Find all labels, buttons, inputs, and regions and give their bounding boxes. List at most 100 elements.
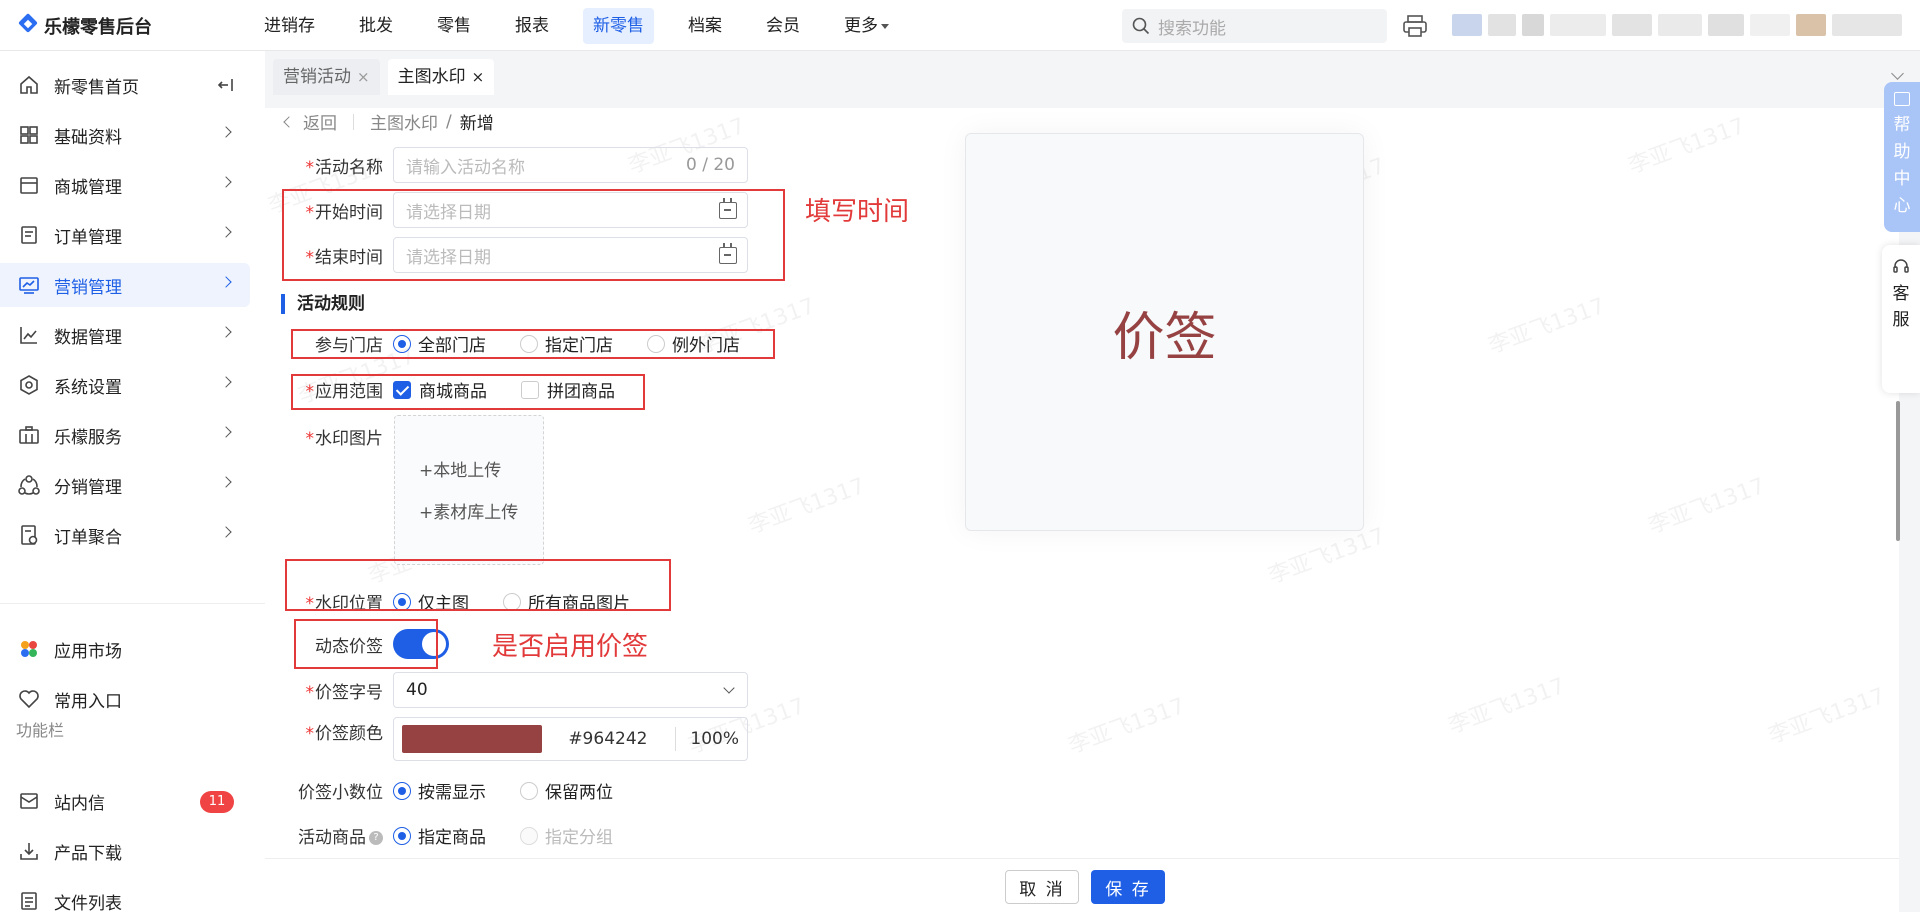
breadcrumb-parent[interactable]: 主图水印 [370, 109, 438, 134]
radio-show-as-needed[interactable]: 按需显示 [393, 778, 486, 803]
char-counter: 0 / 20 [686, 155, 735, 175]
nav-item-retail[interactable]: 零售 [427, 8, 481, 44]
grid-icon [18, 124, 40, 146]
app-market-icon [18, 638, 40, 660]
sidebar-item-file-list[interactable]: 文件列表 [0, 879, 250, 912]
chevron-right-icon [220, 376, 232, 388]
chevron-right-icon [220, 476, 232, 488]
caret-down-icon [881, 23, 889, 29]
app-title: 乐檬零售后台 [44, 17, 152, 38]
top-nav: 进销存 批发 零售 报表 新零售 档案 会员 更多 [254, 8, 923, 44]
help-icon[interactable]: ? [369, 831, 383, 845]
sidebar-item-distribution[interactable]: 分销管理 [0, 463, 250, 507]
sidebar-item-label: 订单管理 [54, 227, 122, 248]
sidebar-item-orders[interactable]: 订单管理 [0, 213, 250, 257]
sidebar-item-order-aggregation[interactable]: 订单聚合 [0, 513, 250, 557]
chart-line-icon [18, 324, 40, 346]
price-font-size-select[interactable]: 40 [393, 672, 748, 708]
watermark-text: 李亚飞1317 [745, 473, 869, 539]
tab-marketing-activity[interactable]: 营销活动 × [273, 59, 380, 95]
local-upload-button[interactable]: +本地上传 [419, 456, 501, 481]
watermark-text: 李亚飞1317 [1445, 673, 1569, 739]
scrollbar-thumb[interactable] [1896, 401, 1900, 541]
order-icon [18, 224, 40, 246]
annotation-fill-time: 填写时间 [805, 197, 910, 227]
annotation-box-scope [291, 374, 645, 410]
library-upload-button[interactable]: +素材库上传 [419, 498, 518, 523]
close-icon[interactable]: × [357, 59, 370, 95]
watermark-text: 李亚飞1317 [1625, 113, 1749, 179]
color-hex-value[interactable]: #964242 [568, 729, 647, 749]
color-swatch[interactable] [402, 725, 543, 753]
form-footer: 取 消 保 存 [265, 858, 1899, 912]
app-logo[interactable]: 乐檬零售后台 [18, 14, 152, 38]
main-area: 营销活动 × 主图水印 × 李亚飞1317 李亚飞1317 李亚飞1317 李亚飞1… [265, 51, 1920, 912]
sidebar-item-basic-data[interactable]: 基础资料 [0, 113, 250, 157]
radio-specified-group[interactable]: 指定分组 [520, 823, 613, 848]
back-button[interactable]: 返回 [281, 109, 337, 134]
nav-item-archive[interactable]: 档案 [678, 8, 732, 44]
printer-icon[interactable] [1402, 13, 1428, 39]
annotation-box-position [285, 559, 671, 611]
nav-item-wholesale[interactable]: 批发 [349, 8, 403, 44]
sidebar-item-favorites[interactable]: 常用入口 [0, 677, 250, 721]
nav-item-more[interactable]: 更多 [834, 8, 899, 44]
doc-icon [18, 524, 40, 546]
nav-item-new-retail[interactable]: 新零售 [583, 8, 654, 44]
cancel-button[interactable]: 取 消 [1005, 870, 1079, 904]
watermark-text: 李亚飞1317 [1485, 293, 1609, 359]
watermark-preview: 价签 [965, 133, 1364, 531]
sidebar-item-label: 站内信 [54, 793, 105, 814]
sidebar-item-label: 文件列表 [54, 893, 122, 912]
sidebar-item-home[interactable]: 新零售首页 [0, 63, 250, 107]
sidebar-item-downloads[interactable]: 产品下载 [0, 829, 250, 873]
sidebar-item-label: 分销管理 [54, 477, 122, 498]
nav-item-inventory[interactable]: 进销存 [254, 8, 325, 44]
back-label: 返回 [303, 114, 337, 134]
watermark-text: 李亚飞1317 [1065, 693, 1189, 759]
tab-main-image-watermark[interactable]: 主图水印 × [387, 59, 495, 95]
sidebar-group-label: 功能栏 [16, 721, 65, 740]
save-button[interactable]: 保 存 [1091, 870, 1165, 904]
sidebar-item-label: 常用入口 [54, 691, 122, 712]
watermark-text: 李亚飞1317 [1765, 683, 1889, 749]
close-icon[interactable]: × [472, 59, 485, 95]
sidebar-item-lemon-service[interactable]: 乐檬服务 [0, 413, 250, 457]
sidebar-item-settings[interactable]: 系统设置 [0, 363, 250, 407]
nav-item-reports[interactable]: 报表 [505, 8, 559, 44]
sidebar-item-mall[interactable]: 商城管理 [0, 163, 250, 207]
form-row-activity-name: *活动名称 请输入活动名称 0 / 20 [281, 147, 748, 183]
top-bar: 乐檬零售后台 进销存 批发 零售 报表 新零售 档案 会员 更多 搜索功能 [0, 0, 1920, 51]
chevron-right-icon [220, 526, 232, 538]
color-opacity-value[interactable]: 100% [690, 729, 739, 749]
sidebar-item-app-market[interactable]: 应用市场 [0, 627, 250, 671]
price-color-picker[interactable]: #964242 100% [393, 717, 748, 761]
service-tab-char: 客 [1892, 284, 1910, 304]
search-input[interactable]: 搜索功能 [1122, 9, 1387, 43]
nav-item-member[interactable]: 会员 [756, 8, 810, 44]
user-info-blurred[interactable] [1452, 10, 1902, 40]
form-row-price-color: *价签颜色 #964242 100% [281, 717, 748, 761]
sidebar-item-data[interactable]: 数据管理 [0, 313, 250, 357]
customer-service-tab[interactable]: 客 服 [1882, 245, 1920, 393]
radio-checked-icon [393, 826, 411, 845]
mail-icon [18, 790, 40, 812]
activity-name-input[interactable]: 请输入活动名称 0 / 20 [393, 147, 748, 183]
sidebar-item-messages[interactable]: 站内信 11 [0, 779, 250, 823]
service-tab-char: 服 [1892, 310, 1910, 330]
radio-specified-goods[interactable]: 指定商品 [393, 823, 486, 848]
home-icon [18, 74, 40, 96]
sidebar-item-marketing[interactable]: 营销管理 [0, 263, 250, 307]
store-icon [18, 174, 40, 196]
search-icon [1132, 17, 1150, 35]
collapse-sidebar-icon[interactable] [216, 76, 234, 94]
chevron-right-icon [220, 276, 232, 288]
color-divider [675, 727, 677, 751]
radio-keep-two-decimals[interactable]: 保留两位 [520, 778, 613, 803]
radio-unchecked-icon [520, 781, 538, 800]
help-center-tab[interactable]: 帮 助 中 心 [1884, 82, 1920, 232]
tabs-dropdown-icon[interactable] [1891, 67, 1904, 80]
briefcase-icon [18, 424, 40, 446]
input-placeholder: 请输入活动名称 [406, 157, 525, 178]
field-label: *水印图片 [305, 429, 384, 449]
